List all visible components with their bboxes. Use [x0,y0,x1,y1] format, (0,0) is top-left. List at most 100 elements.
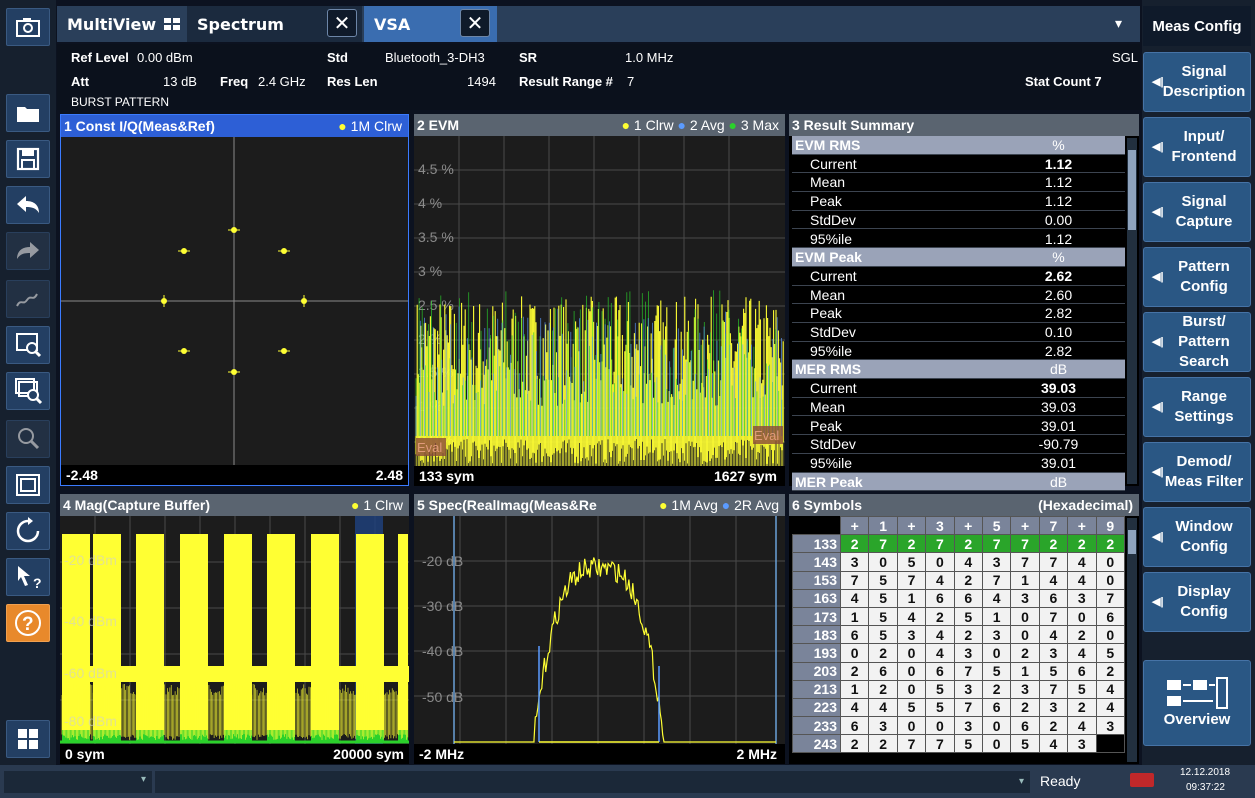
symbol-value: 3 [1038,697,1069,718]
constellation-panel[interactable]: 1 Const I/Q(Meas&Ref) ● 1M Clrw -2.48 2.48 [60,114,409,486]
row-label: Peak [792,192,992,211]
softkey-display-config[interactable]: ◀| Display Config [1143,572,1251,632]
symbol-value: 7 [981,570,1012,590]
spectrum-panel[interactable]: 5 Spec(RealImag(Meas&Re ● 1M Avg ● 2R Avg… [414,494,785,764]
svg-text:-40 dBm: -40 dBm [64,613,117,629]
network-status-icon [1130,773,1154,787]
panel-title[interactable]: 6 Symbols (Hexadecimal) [789,494,1139,516]
open-folder-icon[interactable] [6,94,50,132]
panel-title[interactable]: 1 Const I/Q(Meas&Ref) ● 1M Clrw [61,115,408,137]
mag-capture-panel[interactable]: 4 Mag(Capture Buffer) ● 1 Clrw -20 dBm -40… [60,494,409,764]
panel-title[interactable]: 5 Spec(RealImag(Meas&Re ● 1M Avg ● 2R Avg [414,494,785,516]
symbol-value: 3 [953,643,983,663]
result-summary-panel[interactable]: 3 Result Summary EVM RMS% Current 1.12 Mean… [789,114,1139,492]
symbol-value: 2 [1067,534,1097,554]
symbols-scrollbar[interactable] [1127,518,1137,762]
zoom-reset-icon[interactable] [6,420,50,458]
row-label: 95%ile [792,454,992,473]
softkey-arrow-icon: ◀| [1152,271,1164,283]
symbol-col-header: + [1010,515,1040,536]
signal-add-icon[interactable] [6,280,50,318]
overview-button[interactable]: Overview [1143,660,1251,746]
summary-row: Peak 2.82 [792,304,1125,323]
symbol-address: 133 [792,534,841,554]
att-value: 13 dB [163,74,197,89]
svg-text:?: ? [22,614,34,635]
symbol-value: 2 [868,734,898,754]
save-icon[interactable] [6,140,50,178]
windows-icon[interactable] [6,720,50,758]
symbol-address: 183 [792,625,841,645]
symbol-value: 7 [1038,679,1069,699]
softkey-pattern-config[interactable]: ◀| Pattern Config [1143,247,1251,307]
row-label: Current [792,155,992,174]
spectrum-plot[interactable]: -20 dB -30 dB -40 dB -50 dB [414,516,785,744]
mag-plot[interactable]: -20 dBm -40 dBm -60 dBm -80 dBm [60,516,409,744]
softkey-signal-capture[interactable]: ◀| Signal Capture [1143,182,1251,242]
symbol-col-header: + [839,515,870,536]
symbol-value: 0 [981,643,1012,663]
symbol-value: 4 [1095,679,1125,699]
title-text: 3 Result Summary [792,117,915,133]
softkey-range-settings[interactable]: ◀| Range Settings [1143,377,1251,437]
undo-icon[interactable] [6,186,50,224]
att-label: Att [71,74,90,89]
symbol-value: 7 [896,734,927,754]
refresh-icon[interactable] [6,512,50,550]
section-unit: dB [992,360,1125,380]
std-value: Bluetooth_3-DH3 [385,50,485,65]
summary-row: 95%ile 1.12 [792,230,1125,249]
symbol-value: 7 [1010,552,1040,572]
title-text: 2 EVM [417,117,460,133]
softkey-window-config[interactable]: ◀| Window Config [1143,507,1251,567]
symbol-address: 233 [792,716,841,736]
symbol-value: 3 [1067,588,1097,608]
close-vsa-icon[interactable]: ✕ [460,9,490,37]
status-dropdown[interactable]: ▾ [4,771,152,793]
tab-dropdown-icon[interactable]: ▾ [1097,6,1140,42]
panel-title[interactable]: 4 Mag(Capture Buffer) ● 1 Clrw [60,494,409,516]
softkey-input-frontend[interactable]: ◀| Input/Frontend [1143,117,1251,177]
symbol-value: 4 [925,570,955,590]
status-bar: ▾ ▾ Ready 12.12.2018 09:37:22 [0,765,1255,798]
symbol-value: 7 [925,534,955,554]
symbol-value: 2 [839,534,870,554]
x-max-label: 2 MHz [736,746,777,762]
symbol-address: 163 [792,588,841,608]
row-label: Mean [792,398,992,417]
symbol-value: 2 [1067,697,1097,718]
svg-text:-40 dB: -40 dB [422,643,463,659]
symbol-value: 4 [839,697,870,718]
multi-zoom-icon[interactable] [6,372,50,410]
tab-multiview[interactable]: MultiView [57,6,185,42]
result-range-value: 7 [627,74,635,89]
close-spectrum-icon[interactable]: ✕ [327,9,357,37]
symbols-panel[interactable]: 6 Symbols (Hexadecimal) +1 +3 +5 +7 +9 133 2 7 2 7… [789,494,1139,764]
title-text: 1 Const I/Q(Meas&Ref) [64,118,215,134]
row-label: StdDev [792,211,992,230]
svg-text:-20 dBm: -20 dBm [64,552,117,568]
help-icon[interactable]: ? [6,604,50,642]
fullscreen-icon[interactable] [6,466,50,504]
ref-level-value: 0.00 dBm [137,50,193,65]
evm-panel[interactable]: 2 EVM ● 1 Clrw ● 2 Avg ● 3 Max 4.5 % 4 % 3.… [414,114,785,486]
redo-icon[interactable] [6,232,50,270]
zoom-icon[interactable] [6,326,50,364]
context-help-icon[interactable]: ? [6,558,50,596]
row-value: 1.12 [992,192,1125,211]
evm-plot[interactable]: 4.5 %4 %3.5 %3 %2.5 %2 %1.5 %1 %0.5 % Ev… [414,136,785,466]
camera-icon[interactable] [6,8,50,46]
softkey-burst-pattern-search[interactable]: ◀| Burst/Pattern Search [1143,312,1251,372]
softkey-demod-meas-filter[interactable]: ◀| Demod/Meas Filter [1143,442,1251,502]
symbol-value: 2 [953,534,983,554]
result-summary-scrollbar[interactable] [1127,138,1137,484]
symbol-value: 0 [1095,552,1125,572]
panel-title[interactable]: 2 EVM ● 1 Clrw ● 2 Avg ● 3 Max [414,114,785,136]
eval-left-marker: Eval [417,440,442,455]
svg-text:4.5 %: 4.5 % [418,161,454,177]
res-len-label: Res Len [327,74,378,89]
status-message-field[interactable]: ▾ [155,771,1030,793]
panel-title[interactable]: 3 Result Summary [789,114,1139,136]
constellation-plot[interactable] [61,137,408,467]
softkey-signal-description[interactable]: ◀| Signal Description [1143,52,1251,112]
